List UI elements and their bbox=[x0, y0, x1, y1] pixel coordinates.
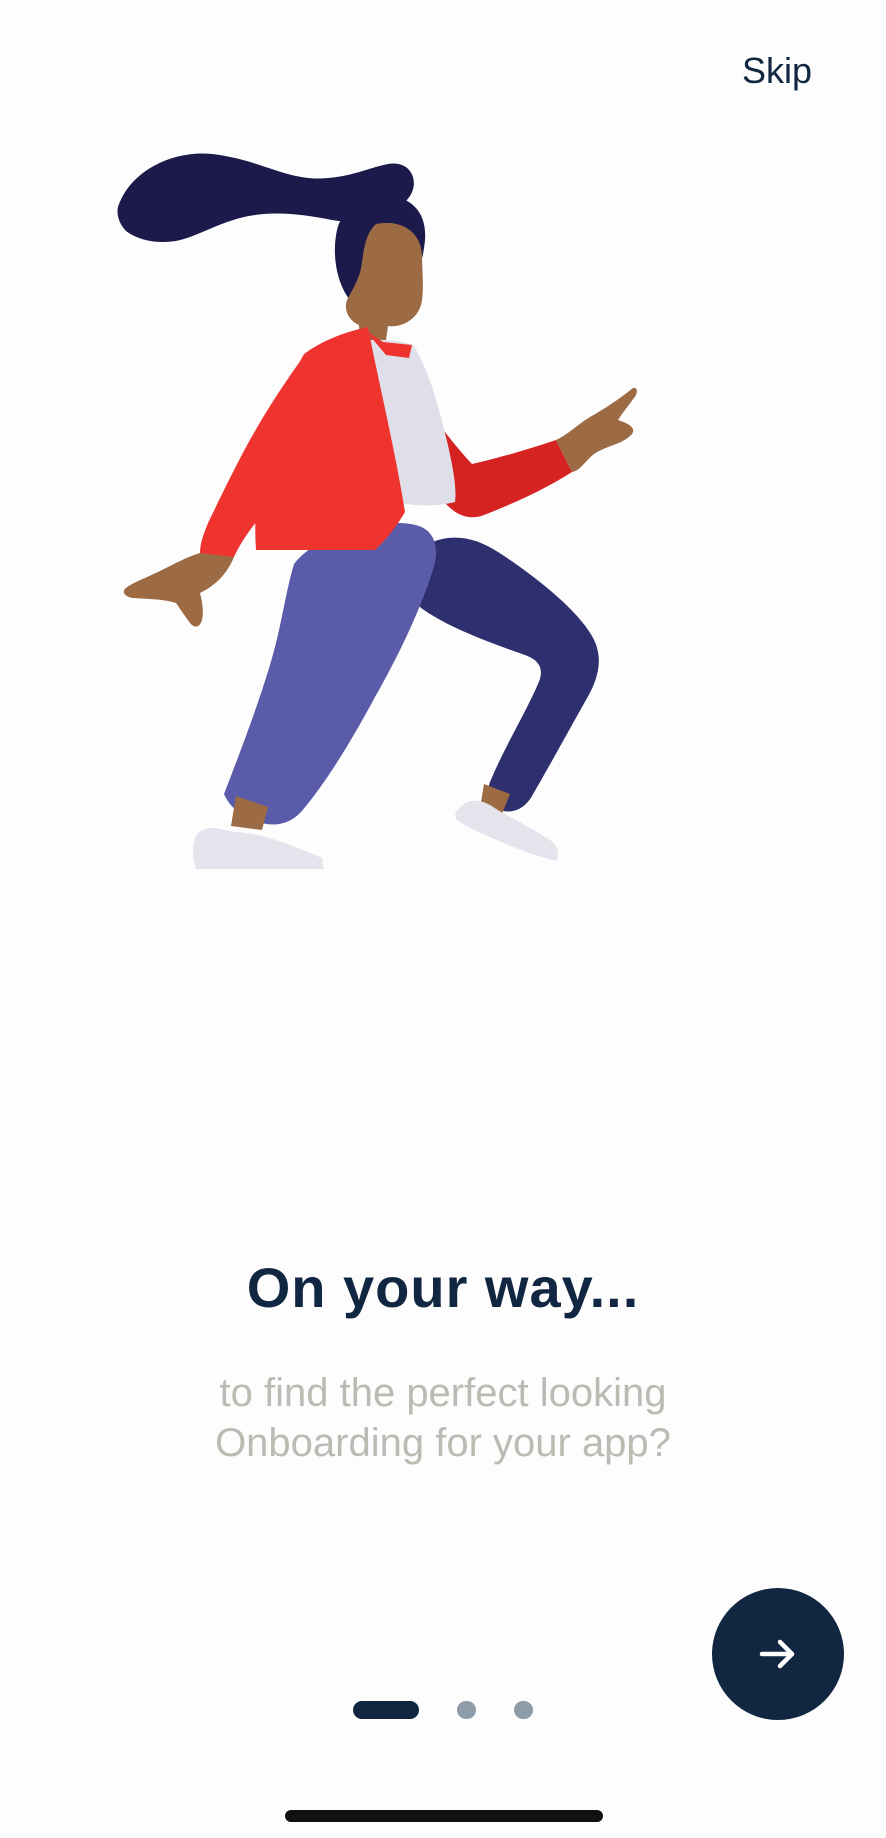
home-indicator bbox=[285, 1810, 603, 1822]
back-hand bbox=[556, 387, 637, 472]
back-leg bbox=[403, 537, 599, 812]
front-hand bbox=[123, 553, 234, 627]
page-title: On your way... bbox=[246, 1256, 640, 1319]
front-leg bbox=[224, 523, 436, 825]
page-indicator-dot[interactable] bbox=[457, 1701, 476, 1719]
walking-woman-illustration bbox=[117, 152, 638, 1022]
page-subtitle: to find the perfect looking Onboarding f… bbox=[215, 1371, 671, 1465]
walking-woman-svg bbox=[117, 153, 637, 869]
front-shoe bbox=[193, 828, 324, 869]
page-indicator bbox=[353, 1701, 539, 1721]
onboarding-screen: Skip On your way... to find the perfect … bbox=[0, 0, 886, 1838]
page-indicator-dot-active[interactable] bbox=[353, 1701, 419, 1719]
page-indicator-dot[interactable] bbox=[514, 1701, 533, 1719]
next-button[interactable] bbox=[712, 1588, 844, 1720]
arrow-right-icon bbox=[759, 1639, 795, 1669]
skip-button[interactable]: Skip bbox=[712, 48, 812, 94]
